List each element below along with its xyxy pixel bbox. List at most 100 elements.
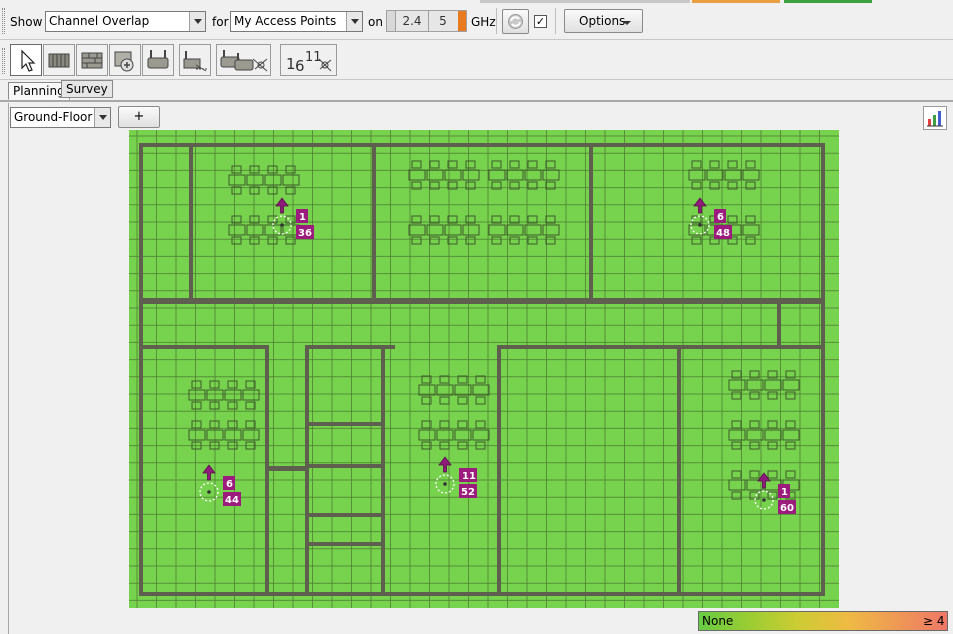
legend-high-label: ≥ 4: [923, 614, 945, 628]
brick-wall-tool-button[interactable]: [76, 44, 108, 76]
freq-5-active-indicator: [458, 11, 466, 31]
freq-spacer: [387, 11, 395, 31]
tool-text: 6: [295, 57, 305, 75]
coverage-area: [129, 130, 839, 608]
wall: [189, 143, 193, 300]
pointer-arrow-icon: [21, 49, 36, 72]
strip-segment: [480, 0, 690, 3]
auto-channel-tool-button[interactable]: 1 6 11: [280, 44, 337, 76]
refresh-icon: [508, 14, 523, 29]
legend-low-label: None: [702, 614, 734, 628]
for-label: for: [212, 15, 229, 29]
floor-plan-map[interactable]: 1 36 6 48 6 44 11 52 1 60: [129, 130, 839, 608]
ap-id-label: 52: [461, 487, 475, 498]
ap-dot: [443, 482, 447, 486]
wall: [372, 143, 376, 300]
separator: [496, 8, 497, 34]
legend-toggle-button[interactable]: [923, 106, 947, 130]
attenuation-zone-tool-button[interactable]: [109, 44, 141, 76]
access-point-tool-button[interactable]: [142, 44, 174, 76]
wall-tool-button[interactable]: [43, 44, 75, 76]
strip-segment: [784, 0, 872, 3]
top-toolbar: Show Channel Overlap for My Access Point…: [0, 0, 953, 40]
wall: [305, 513, 385, 517]
top-strip: [0, 0, 953, 3]
legend-cell: [747, 612, 797, 630]
floor-dropdown[interactable]: Ground-Floor: [10, 107, 111, 128]
show-dropdown-value: Channel Overlap: [49, 14, 150, 28]
wall: [497, 345, 501, 595]
ap-channel-label: 6: [226, 479, 233, 490]
wall: [305, 422, 385, 426]
auto-place-ap-icon: [220, 50, 268, 72]
wall: [821, 143, 825, 596]
ap-channel-label: 6: [717, 212, 724, 223]
options-button[interactable]: Options: [564, 9, 643, 33]
wall: [265, 466, 309, 471]
chevron-down-icon[interactable]: [189, 12, 205, 31]
measure-icon: [183, 51, 207, 72]
ap-dot: [280, 223, 284, 227]
strip-segment: [692, 0, 780, 3]
ap-channel-label: 1: [299, 212, 306, 223]
chevron-down-icon[interactable]: [94, 108, 110, 127]
overlap-legend: None ≥ 4: [698, 611, 948, 631]
refresh-button[interactable]: [502, 9, 529, 34]
wall: [139, 345, 269, 349]
ap-dot: [207, 490, 211, 494]
show-label: Show: [10, 15, 43, 29]
tab-divider: [0, 100, 953, 102]
freq-2-4-button[interactable]: 2.4: [396, 11, 428, 31]
ap-dot: [698, 223, 702, 227]
ghz-label: GHz: [471, 15, 496, 29]
ap-id-label: 44: [225, 495, 239, 506]
wall: [589, 143, 593, 300]
ap-id-label: 48: [716, 228, 730, 239]
tool-row: 1 6 11: [0, 40, 953, 80]
ap-id-label: 36: [298, 228, 312, 239]
auto-channel-icon: 1 6 11: [286, 50, 332, 75]
for-dropdown-value: My Access Points: [234, 14, 337, 28]
wall: [381, 345, 385, 595]
separator: [555, 8, 556, 34]
wall: [139, 143, 143, 596]
chevron-down-icon[interactable]: [346, 12, 362, 31]
attenuation-zone-icon: [114, 51, 134, 72]
wall: [305, 542, 385, 546]
toolbar-grip[interactable]: [2, 48, 5, 74]
freq-5-button[interactable]: 5: [429, 11, 457, 31]
ap-channel-label: 11: [462, 471, 476, 482]
measure-tool-button[interactable]: [179, 44, 211, 76]
wall: [677, 345, 681, 595]
wall-icon: [48, 53, 70, 68]
ap-channel-label: 1: [781, 487, 788, 498]
wall: [139, 298, 825, 304]
select-tool-button[interactable]: [10, 44, 42, 76]
ap-dot: [762, 498, 766, 502]
legend-cell: [797, 612, 847, 630]
wall: [305, 464, 385, 468]
wall: [139, 143, 825, 147]
for-dropdown[interactable]: My Access Points: [230, 11, 363, 32]
add-floor-button[interactable]: +: [118, 106, 160, 128]
on-label: on: [368, 15, 383, 29]
options-label: Options: [579, 14, 626, 28]
auto-refresh-checkbox[interactable]: ✓: [534, 15, 547, 28]
wall: [777, 300, 781, 348]
access-point-icon: [147, 50, 169, 69]
tool-text: 11: [305, 50, 322, 65]
wall: [139, 592, 825, 596]
auto-place-ap-tool-button[interactable]: [216, 44, 271, 76]
caret-down-icon: [623, 21, 631, 25]
wall: [497, 345, 677, 349]
tab-survey[interactable]: Survey: [61, 80, 113, 98]
ap-id-label: 60: [780, 503, 794, 514]
legend-cell: [847, 612, 897, 630]
floor-dropdown-value: Ground-Floor: [14, 110, 93, 124]
frequency-selector: 2.4 5: [386, 10, 467, 32]
show-dropdown[interactable]: Channel Overlap: [45, 11, 206, 32]
wall: [677, 345, 825, 349]
brick-wall-icon: [81, 52, 103, 69]
toolbar-grip[interactable]: [2, 8, 5, 34]
tab-row: Planning Survey: [0, 80, 953, 102]
